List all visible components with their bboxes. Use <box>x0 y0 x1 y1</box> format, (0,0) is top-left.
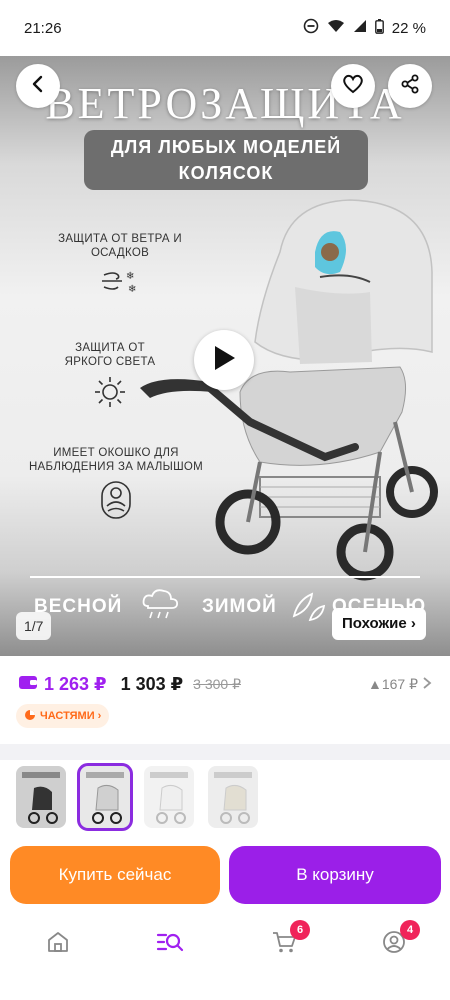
nav-profile[interactable]: 4 <box>376 920 420 962</box>
product-image-gallery[interactable]: ВЕТРОЗАЩИТА ДЛЯ ЛЮБЫХ МОДЕЛЕЙ КОЛЯСОК ЗА… <box>0 56 450 656</box>
price-change: ▲167 ₽ <box>367 675 418 692</box>
video-play-button[interactable] <box>194 330 254 390</box>
variant-thumbnail-4[interactable] <box>208 766 258 828</box>
wallet-icon <box>18 674 38 695</box>
wifi-icon <box>327 19 345 37</box>
variant-thumbnail-2[interactable] <box>77 763 133 831</box>
share-icon <box>400 74 420 99</box>
variant-thumbnails <box>16 763 258 831</box>
variant-thumbnail-3[interactable] <box>144 766 194 828</box>
back-button[interactable] <box>16 64 60 108</box>
signal-icon <box>353 19 367 37</box>
share-button[interactable] <box>388 64 432 108</box>
season-winter: ЗИМОЙ <box>202 596 277 617</box>
cart-badge: 6 <box>290 920 310 940</box>
add-to-cart-button[interactable]: В корзину <box>229 846 441 904</box>
gesture-bar-area <box>0 978 450 1000</box>
variant-thumbnail-1[interactable] <box>16 766 66 828</box>
cloud-rain-icon <box>140 586 180 627</box>
play-icon <box>211 344 237 377</box>
card-price: 1 263 ₽ <box>44 673 107 694</box>
similar-products-button[interactable]: Похожие › <box>332 608 426 640</box>
battery-icon <box>374 18 384 38</box>
installment-badge[interactable]: ЧАСТЯМИ › <box>16 704 110 728</box>
status-time: 21:26 <box>24 19 62 37</box>
battery-percent: 22 % <box>391 19 426 37</box>
nav-home[interactable] <box>40 926 76 962</box>
heart-icon <box>342 74 364 99</box>
buy-now-button[interactable]: Купить сейчас <box>10 846 220 904</box>
price-row: 1 263 ₽ 1 303 ₽ 3 300 ₽ ▲167 ₽ <box>18 672 432 696</box>
installment-label: ЧАСТЯМИ › <box>40 710 102 722</box>
svg-text:❄: ❄ <box>126 271 135 282</box>
nav-cart[interactable]: 6 <box>266 920 310 962</box>
banner-subtitle: ДЛЯ ЛЮБЫХ МОДЕЛЕЙ КОЛЯСОК <box>84 130 368 190</box>
status-icons: 22 % <box>303 18 426 38</box>
season-divider <box>30 576 420 578</box>
profile-badge: 4 <box>400 920 420 940</box>
pie-chart-icon <box>24 709 36 724</box>
chevron-right-icon <box>422 676 432 693</box>
favorite-button[interactable] <box>331 64 375 108</box>
bottom-navigation: 6 4 <box>0 914 450 974</box>
stroller-illustration <box>140 199 438 581</box>
leaves-icon <box>288 586 328 631</box>
price-history-link[interactable]: ▲167 ₽ <box>368 676 432 693</box>
home-icon <box>46 930 70 959</box>
dnd-icon <box>303 18 319 38</box>
section-divider <box>0 744 450 760</box>
status-bar: 21:26 22 % <box>0 0 450 56</box>
nav-catalog[interactable] <box>152 926 188 962</box>
banner-title: ВЕТРОЗАЩИТА <box>45 79 405 128</box>
image-counter: 1/7 <box>16 612 52 640</box>
chevron-left-icon <box>29 75 47 98</box>
catalog-search-icon <box>156 930 184 959</box>
svg-text:❄: ❄ <box>128 284 137 295</box>
old-price: 3 300 ₽ <box>193 675 241 692</box>
regular-price: 1 303 ₽ <box>120 673 184 694</box>
